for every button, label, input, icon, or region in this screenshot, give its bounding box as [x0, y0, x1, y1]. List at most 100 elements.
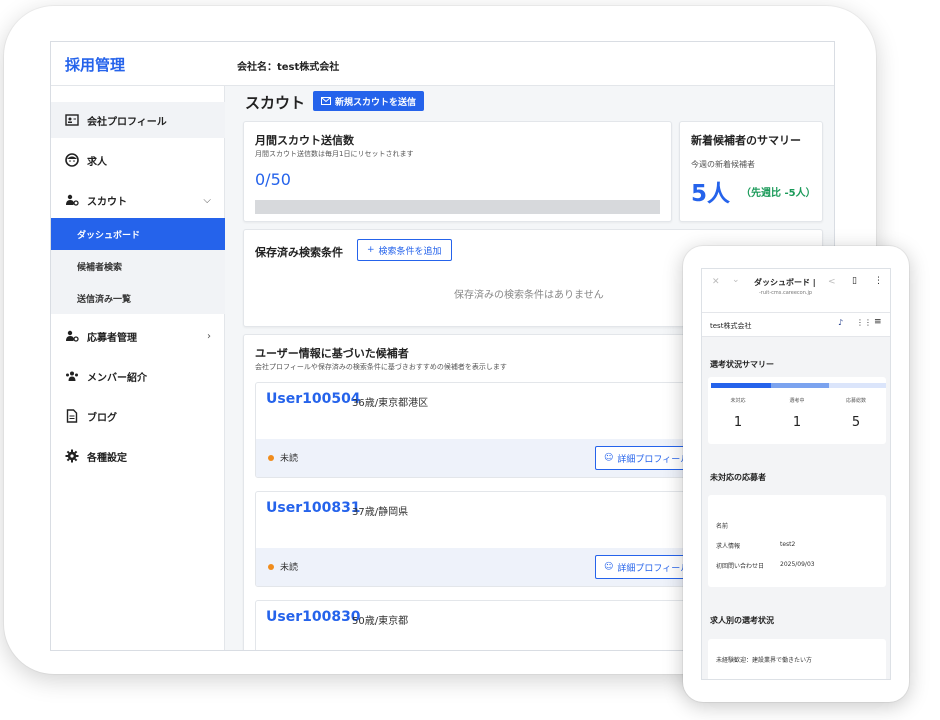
unread-dot-icon [268, 455, 274, 461]
sidebar-item-label: 会社プロフィール [87, 116, 167, 128]
sidebar: 会社プロフィール 求人 スカウト ⌵ ダッシュボード 候補者検索 送信済み一覧 … [51, 86, 225, 650]
monthly-progress-bar [255, 200, 660, 214]
menu-icon[interactable]: ≡ [874, 317, 882, 327]
sidebar-item-jobs[interactable]: 求人 [51, 142, 225, 178]
sidebar-subitem-dashboard[interactable]: ダッシュボード [51, 218, 225, 250]
phone-app-header: test株式会社 ♪ ⋮⋮ ≡ [702, 313, 890, 337]
job-item: 未経験歓迎：建設業界で働きたい方 [716, 657, 813, 664]
add-search-label: 検索条件を追加 [378, 246, 442, 257]
bookmark-icon[interactable]: ▯ [852, 276, 857, 286]
pending-row-value: test2 [780, 541, 796, 548]
stat-value: 1 [792, 415, 802, 430]
gear-icon [65, 449, 79, 463]
company-name: 会社名：test株式会社 [237, 62, 340, 73]
face-icon: ☺ [604, 453, 614, 463]
pending-row-value: 2025/09/03 [780, 561, 815, 568]
sidebar-item-scout[interactable]: スカウト ⌵ [51, 182, 225, 218]
sidebar-item-applicants[interactable]: 応募者管理 › [51, 318, 225, 354]
plus-icon: + [367, 245, 375, 255]
candidate-name[interactable]: User100504 [266, 391, 361, 407]
phone-company: test株式会社 [710, 322, 752, 330]
add-search-button[interactable]: + 検索条件を追加 [357, 239, 452, 261]
phone-selection-title: 選考状況サマリー [710, 360, 774, 369]
candidate-card[interactable]: User100830 50歳/東京都 最 [255, 600, 715, 650]
stat-value: 1 [733, 415, 743, 430]
monthly-sub: 月間スカウト送信数は毎月1日にリセットされます [255, 150, 414, 158]
summary-delta: （先週比 -5人） [741, 188, 816, 199]
pending-row-label: 名前 [716, 523, 729, 530]
share-icon[interactable]: < [828, 277, 836, 287]
sidebar-item-label: メンバー紹介 [87, 372, 147, 384]
page-title: スカウト [245, 94, 306, 112]
pending-applicant-card[interactable]: 名前 求人情報 test2 初回問い合わせ日 2025/09/03 [708, 495, 886, 587]
mail-icon [321, 97, 331, 105]
stat-label: 未対応 [730, 398, 746, 404]
users-gear-icon [66, 194, 79, 206]
chevron-right-icon[interactable]: › [207, 331, 211, 342]
stat-label: 応募総数 [845, 398, 866, 404]
summary-value: 5人 [691, 181, 731, 207]
document-icon [66, 409, 78, 423]
recommend-title: ユーザー情報に基づいた候補者 [255, 347, 409, 360]
sidebar-item-label: ブログ [87, 412, 117, 424]
new-scout-button[interactable]: 新規スカウトを送信 [313, 91, 425, 111]
candidate-status: 未読 [280, 454, 299, 464]
candidate-footer: 未読 ☺ 詳細プロフィール [256, 439, 714, 477]
close-icon[interactable]: ✕ [712, 277, 720, 287]
new-scout-label: 新規スカウトを送信 [335, 97, 417, 108]
face-icon [65, 153, 79, 167]
sidebar-item-blog[interactable]: ブログ [51, 398, 225, 434]
candidate-footer: 未読 ☺ 詳細プロフィール [256, 548, 714, 586]
candidate-meta: 36歳/東京都港区 [352, 398, 429, 409]
monthly-title: 月間スカウト送信数 [255, 134, 354, 147]
selection-summary-card: 未対応 選考中 応募総数 1 1 5 [708, 377, 886, 444]
browser-url: -ruit-cms.careecon.jp [759, 290, 813, 296]
sidebar-item-settings[interactable]: 各種設定 [51, 438, 225, 474]
bell-icon[interactable]: ♪ [838, 318, 843, 327]
phone-screen: ✕ ⌄ ダッシュボード | -ruit-cms.careecon.jp < ▯ … [701, 268, 891, 680]
pending-row-label: 求人情報 [716, 543, 741, 550]
segment-total [829, 383, 886, 388]
segment-pending [711, 383, 771, 388]
detail-profile-label: 詳細プロフィール [617, 563, 690, 574]
sidebar-item-members[interactable]: メンバー紹介 [51, 358, 225, 394]
chevron-down-icon[interactable]: ⌵ [203, 195, 211, 206]
segment-in-progress [771, 383, 829, 388]
more-icon[interactable]: ⋮ [874, 276, 883, 286]
candidate-card[interactable]: User100831 37歳/静岡県 最 未読 ☺ 詳細プロフィール [255, 491, 715, 587]
sidebar-item-label: 求人 [87, 156, 107, 168]
phone-pending-title: 未対応の応募者 [710, 473, 766, 482]
app-title[interactable]: 採用管理 [65, 54, 125, 75]
monthly-count: 0/50 [255, 170, 291, 189]
candidate-meta: 50歳/東京都 [352, 616, 409, 627]
browser-tab-title: ダッシュボード | [754, 278, 816, 287]
group-icon [66, 371, 78, 381]
face-icon: ☺ [604, 562, 614, 572]
saved-empty-text: 保存済みの検索条件はありません [454, 290, 604, 301]
new-candidates-summary-card: 新着候補者のサマリー 今週の新着候補者 5人 （先週比 -5人） [679, 121, 823, 222]
top-bar: 採用管理 会社名：test株式会社 [51, 42, 834, 86]
sidebar-item-label: 応募者管理 [87, 332, 137, 344]
candidate-card[interactable]: User100504 36歳/東京都港区 最 未読 ☺ 詳細プロフィール [255, 382, 715, 478]
sidebar-subitem-sent-list[interactable]: 送信済み一覧 [51, 282, 225, 314]
candidate-status: 未読 [280, 563, 299, 573]
candidate-name[interactable]: User100830 [266, 609, 361, 625]
recommend-sub: 会社プロフィールや保存済みの検索条件に基づきおすすめの候補者を表示します [255, 363, 507, 371]
sidebar-subitem-candidate-search[interactable]: 候補者検索 [51, 250, 225, 282]
monthly-scout-card: 月間スカウト送信数 月間スカウト送信数は毎月1日にリセットされます 0/50 [243, 121, 672, 222]
saved-title: 保存済み検索条件 [255, 246, 343, 259]
unread-dot-icon [268, 564, 274, 570]
summary-sub: 今週の新着候補者 [691, 160, 755, 169]
pending-row-label: 初回問い合わせ日 [716, 563, 765, 570]
phone-frame: ✕ ⌄ ダッシュボード | -ruit-cms.careecon.jp < ▯ … [683, 246, 909, 702]
sidebar-item-label: スカウト [87, 196, 127, 208]
stat-label: 選考中 [789, 398, 805, 404]
candidate-name[interactable]: User100831 [266, 500, 361, 516]
job-status-card[interactable]: 未経験歓迎：建設業界で働きたい方 [708, 639, 886, 679]
chevron-down-icon[interactable]: ⌄ [732, 275, 740, 285]
browser-bar: ✕ ⌄ ダッシュボード | -ruit-cms.careecon.jp < ▯ … [702, 269, 890, 313]
summary-title: 新着候補者のサマリー [691, 134, 801, 147]
sidebar-item-label: 各種設定 [87, 452, 127, 464]
grid-icon[interactable]: ⋮⋮ [856, 318, 872, 327]
sidebar-item-company-profile[interactable]: 会社プロフィール [51, 102, 225, 138]
